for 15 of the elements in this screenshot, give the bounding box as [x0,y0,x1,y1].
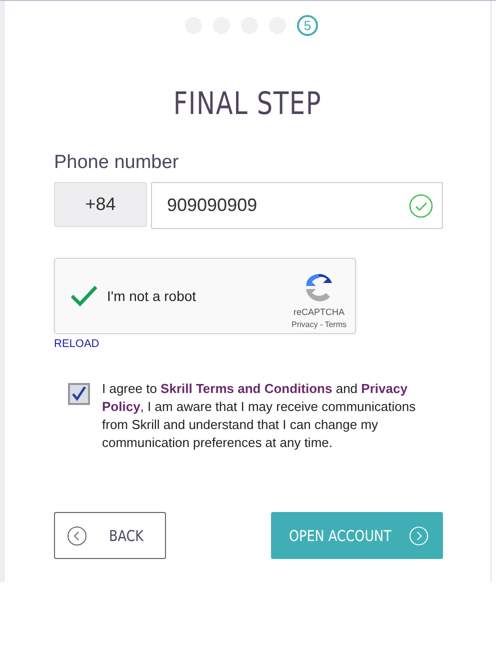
recaptcha-brand: reCAPTCHA [293,306,344,316]
phone-input-field[interactable]: 909090909 [151,182,443,229]
back-button[interactable]: BACK [54,512,166,559]
agreement-text: I agree to Skrill Terms and Conditions and Privacy Policy, I am aware that I may receive communications from Skrill and understand that I can change my communication preferences at any time. [102,380,417,452]
country-code-field[interactable]: +84 [54,182,147,227]
privacy-terms-link[interactable]: Privacy - Terms [292,320,346,328]
reload-link[interactable]: RELOAD [54,338,100,350]
page-title: FINAL STEP [172,86,323,122]
right-chevron-icon [409,526,429,546]
agree-checkbox[interactable] [68,383,90,405]
captcha-label: I'm not a robot [107,288,198,304]
recaptcha-logo-icon [303,272,335,304]
field-label: Phone number [54,152,180,174]
left-chevron-icon [67,526,87,546]
current-step-indicator: 5 [297,15,318,36]
